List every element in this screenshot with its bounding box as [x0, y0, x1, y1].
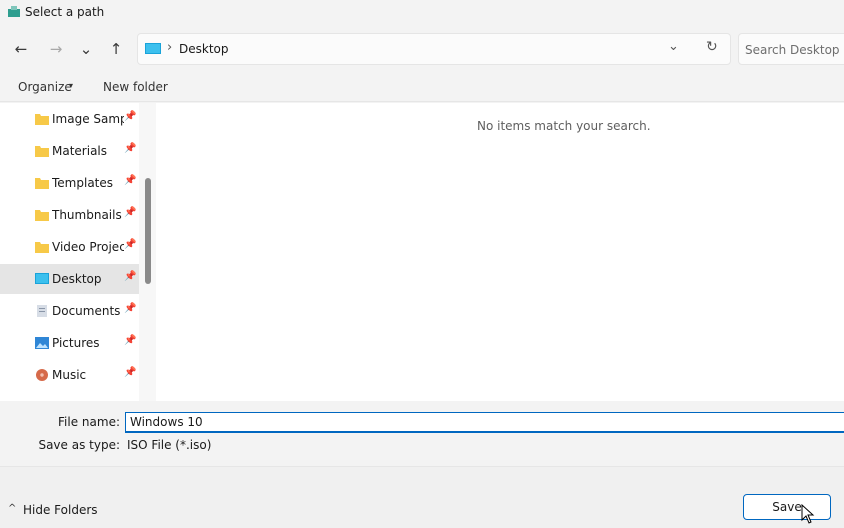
save-button[interactable]: Save: [743, 494, 831, 520]
pin-icon: 📌: [124, 175, 137, 186]
sidebar-item-label: Thumbnails: [52, 208, 122, 222]
pin-icon: 📌: [124, 111, 137, 122]
sidebar-item-label: Pictures: [52, 336, 100, 350]
save-form: File name: Save as type: ISO File (*.iso…: [0, 401, 844, 466]
folder-icon: [35, 210, 49, 221]
sidebar-item-music[interactable]: Music 📌: [0, 360, 139, 390]
scrollbar-thumb[interactable]: [145, 178, 151, 284]
sidebar-item-label: Documents: [52, 304, 121, 318]
command-bar: Organize ▾ New folder: [0, 72, 844, 102]
desktop-icon: [145, 43, 161, 54]
pin-icon: 📌: [124, 367, 137, 378]
empty-message: No items match your search.: [477, 119, 651, 133]
sidebar-item-label: Desktop: [52, 272, 102, 286]
forward-arrow-icon: →: [49, 40, 63, 58]
documents-icon: [37, 305, 47, 317]
search-box[interactable]: Search Desktop: [738, 33, 844, 65]
sidebar-item-image-samples[interactable]: Image Sampl 📌: [0, 104, 139, 134]
mouse-cursor-icon: [801, 504, 815, 524]
chevron-up-icon: ^: [8, 503, 17, 514]
search-input[interactable]: Search Desktop: [745, 43, 840, 57]
organize-button[interactable]: Organize: [18, 80, 72, 94]
up-arrow-icon: ↑: [109, 40, 123, 58]
address-dropdown-icon[interactable]: ⌄: [668, 39, 679, 54]
sidebar-item-pictures[interactable]: Pictures 📌: [0, 328, 139, 358]
music-icon: [36, 369, 48, 381]
sidebar-item-video-projects[interactable]: Video Project 📌: [0, 232, 139, 262]
title-bar: Select a path: [0, 0, 844, 26]
folder-icon: [35, 114, 49, 125]
pin-icon: 📌: [124, 239, 137, 250]
back-button[interactable]: ←: [9, 37, 33, 61]
pin-icon: 📌: [124, 335, 137, 346]
pin-icon: 📌: [124, 143, 137, 154]
back-arrow-icon: ←: [14, 40, 28, 58]
organize-caret-icon: ▾: [69, 81, 74, 90]
hide-folders-button[interactable]: Hide Folders: [23, 503, 98, 517]
sidebar-item-label: Templates: [52, 176, 114, 190]
folder-icon: [35, 178, 49, 189]
up-button[interactable]: ↑: [104, 37, 128, 61]
sidebar-item-label: Music: [52, 368, 87, 382]
recent-locations-button[interactable]: ⌄: [74, 37, 98, 61]
sidebar-item-documents[interactable]: Documents 📌: [0, 296, 139, 326]
address-bar[interactable]: › Desktop ⌄ ↻: [137, 33, 731, 65]
pin-icon: 📌: [124, 271, 137, 282]
dialog-footer: ^ Hide Folders Save: [0, 466, 844, 528]
sidebar-item-thumbnails[interactable]: Thumbnails 📌: [0, 200, 139, 230]
breadcrumb-desktop[interactable]: Desktop: [179, 42, 229, 56]
sidebar-item-label: Video Project: [52, 240, 124, 254]
file-name-field[interactable]: [125, 412, 844, 433]
file-list[interactable]: No items match your search.: [156, 103, 844, 401]
pin-icon: 📌: [124, 207, 137, 218]
folder-icon: [35, 146, 49, 157]
breadcrumb-separator-icon: ›: [167, 40, 173, 55]
window-title: Select a path: [25, 5, 105, 19]
folder-icon: [35, 242, 49, 253]
file-name-label: File name:: [58, 415, 120, 429]
sidebar-scrollbar[interactable]: [139, 103, 156, 401]
save-as-type-select[interactable]: ISO File (*.iso): [127, 438, 211, 452]
navigation-bar: ← → ⌄ ↑ › Desktop ⌄ ↻ Search Desktop: [0, 26, 844, 72]
refresh-icon[interactable]: ↻: [706, 39, 718, 55]
sidebar-item-desktop[interactable]: Desktop 📌: [0, 264, 139, 294]
pictures-icon: [35, 337, 49, 349]
save-as-type-label: Save as type:: [38, 438, 120, 452]
pin-icon: 📌: [124, 303, 137, 314]
sidebar-item-materials[interactable]: Materials 📌: [0, 136, 139, 166]
desktop-icon: [35, 273, 49, 284]
sidebar-item-label: Image Sampl: [52, 112, 124, 126]
app-icon: [8, 6, 20, 17]
chevron-down-icon: ⌄: [79, 40, 93, 58]
sidebar-item-templates[interactable]: Templates 📌: [0, 168, 139, 198]
sidebar-item-label: Materials: [52, 144, 108, 158]
new-folder-button[interactable]: New folder: [103, 80, 168, 94]
forward-button[interactable]: →: [44, 37, 68, 61]
navigation-pane: Image Sampl 📌 Materials 📌 Templates 📌 Th…: [0, 103, 156, 401]
